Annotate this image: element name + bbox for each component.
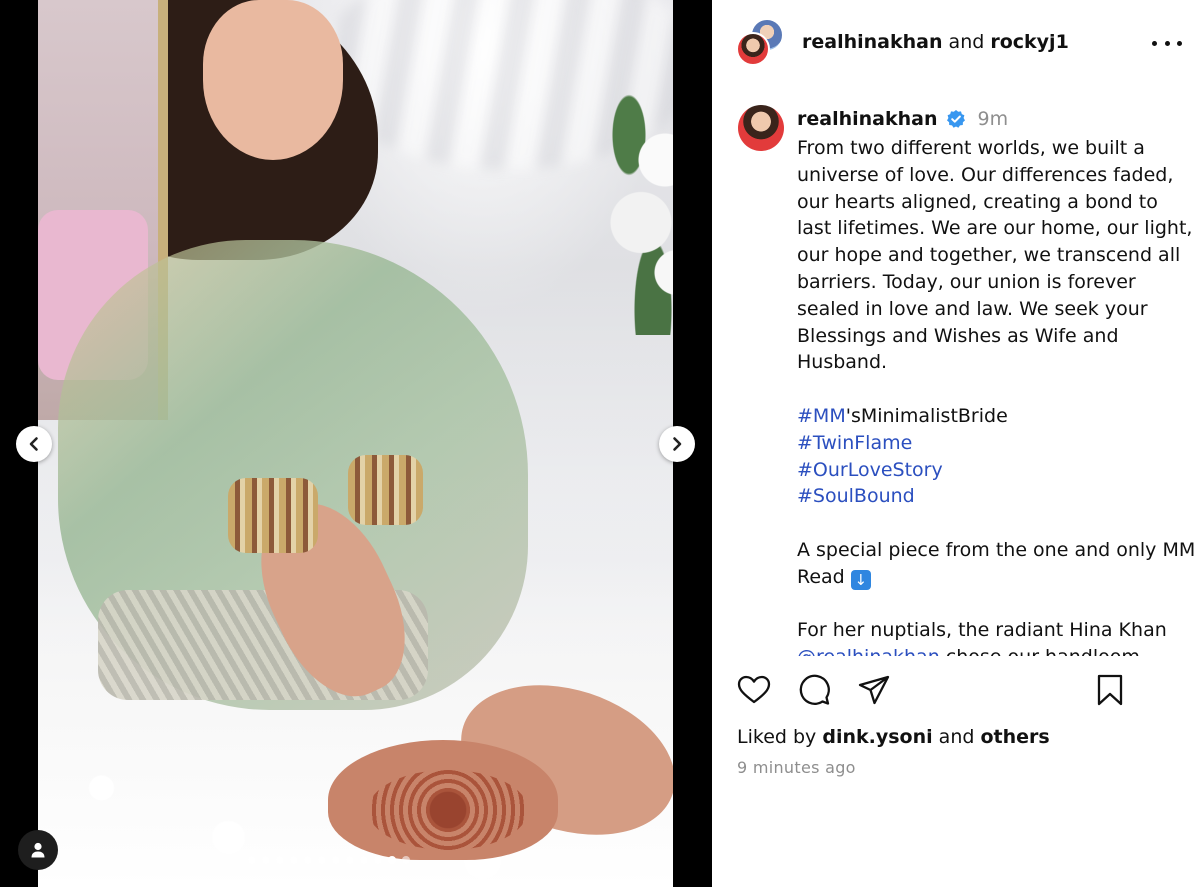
- post-header-title: realhinakhan and rockyj1: [802, 31, 1069, 53]
- carousel-dot: [304, 856, 312, 864]
- caption-paragraph: For her nuptials, the radiant Hina Khan …: [797, 617, 1197, 656]
- carousel-dot: [262, 856, 270, 864]
- carousel-dot: [318, 856, 326, 864]
- down-arrow-icon: ↓: [850, 569, 871, 590]
- post-header: realhinakhan and rockyj1: [712, 0, 1200, 86]
- caption-time: 9m: [977, 108, 1009, 130]
- carousel-indicator: [248, 856, 410, 864]
- carousel-dot: [248, 856, 256, 864]
- carousel-dot: [388, 856, 396, 864]
- likes-others-link[interactable]: others: [980, 726, 1049, 748]
- more-horizontal-icon: [1152, 40, 1157, 46]
- header-joiner: and: [948, 31, 985, 53]
- send-icon: [858, 675, 890, 705]
- carousel-dot: [290, 856, 298, 864]
- heart-icon: [737, 675, 771, 704]
- caption-text-segment: For her nuptials, the radiant Hina Khan: [797, 619, 1167, 642]
- header-collaborator-link[interactable]: rockyj1: [990, 31, 1068, 53]
- chevron-right-icon: [673, 437, 682, 451]
- likes-user-link[interactable]: dink.ysoni: [822, 726, 932, 748]
- post-media: [0, 0, 712, 887]
- more-options-button[interactable]: [1152, 33, 1182, 53]
- photo-flowers: [593, 85, 673, 335]
- carousel-dot: [346, 856, 354, 864]
- carousel-dot: [374, 856, 382, 864]
- bookmark-icon: [1097, 674, 1123, 706]
- carousel-dot: [402, 856, 410, 864]
- photo-bangles-right: [348, 455, 423, 525]
- likes-prefix: Liked by: [737, 726, 817, 748]
- carousel-next-button[interactable]: [659, 426, 695, 462]
- caption-scroll-area[interactable]: realhinakhan 9m From two different world…: [712, 86, 1200, 656]
- collab-avatars[interactable]: [736, 18, 786, 68]
- save-button[interactable]: [1092, 672, 1132, 712]
- share-button[interactable]: [856, 672, 896, 712]
- carousel-dot: [360, 856, 368, 864]
- chevron-left-icon: [29, 437, 38, 451]
- post-timestamp: 9 minutes ago: [737, 758, 856, 777]
- photo-face: [203, 0, 343, 160]
- hashtag-suffix: 'sMinimalistBride: [845, 404, 1008, 427]
- hashtag-link[interactable]: #MM: [797, 405, 846, 427]
- post-details-panel: realhinakhan and rockyj1 realhinakhan 9m…: [712, 0, 1200, 887]
- mention-link[interactable]: @realhinakhan: [797, 646, 940, 656]
- carousel-prev-button[interactable]: [16, 426, 52, 462]
- like-button[interactable]: [736, 672, 776, 712]
- hashtag-link[interactable]: #SoulBound: [797, 485, 915, 507]
- user-icon: [31, 842, 45, 858]
- caption-header: realhinakhan 9m: [797, 108, 1008, 130]
- header-author-link[interactable]: realhinakhan: [802, 31, 943, 53]
- hashtag-link[interactable]: #TwinFlame: [797, 432, 912, 454]
- hashtag-link[interactable]: #OurLoveStory: [797, 459, 943, 481]
- caption-avatar[interactable]: [738, 105, 784, 151]
- likes-joiner: and: [938, 726, 975, 748]
- caption-hashtags: #MM'sMinimalistBride #TwinFlame #OurLove…: [797, 403, 1197, 510]
- comment-icon: [799, 674, 830, 705]
- photo-bangles-left: [228, 478, 318, 553]
- verified-badge-icon: [946, 110, 965, 128]
- caption-username[interactable]: realhinakhan: [797, 108, 938, 130]
- caption-text: From two different worlds, we built a un…: [797, 135, 1197, 656]
- carousel-dot: [332, 856, 340, 864]
- caption-paragraph: A special piece from the one and only MM…: [797, 537, 1197, 591]
- comment-button[interactable]: [796, 672, 836, 712]
- carousel-dot: [276, 856, 284, 864]
- post-photo[interactable]: [38, 0, 673, 887]
- post-actions: [712, 672, 1200, 716]
- avatar-author: [736, 32, 770, 66]
- tagged-users-button[interactable]: [18, 830, 58, 870]
- caption-paragraph: From two different worlds, we built a un…: [797, 137, 1199, 374]
- likes-summary: Liked by dink.ysoni and others: [737, 726, 1050, 748]
- photo-mehndi: [368, 770, 528, 850]
